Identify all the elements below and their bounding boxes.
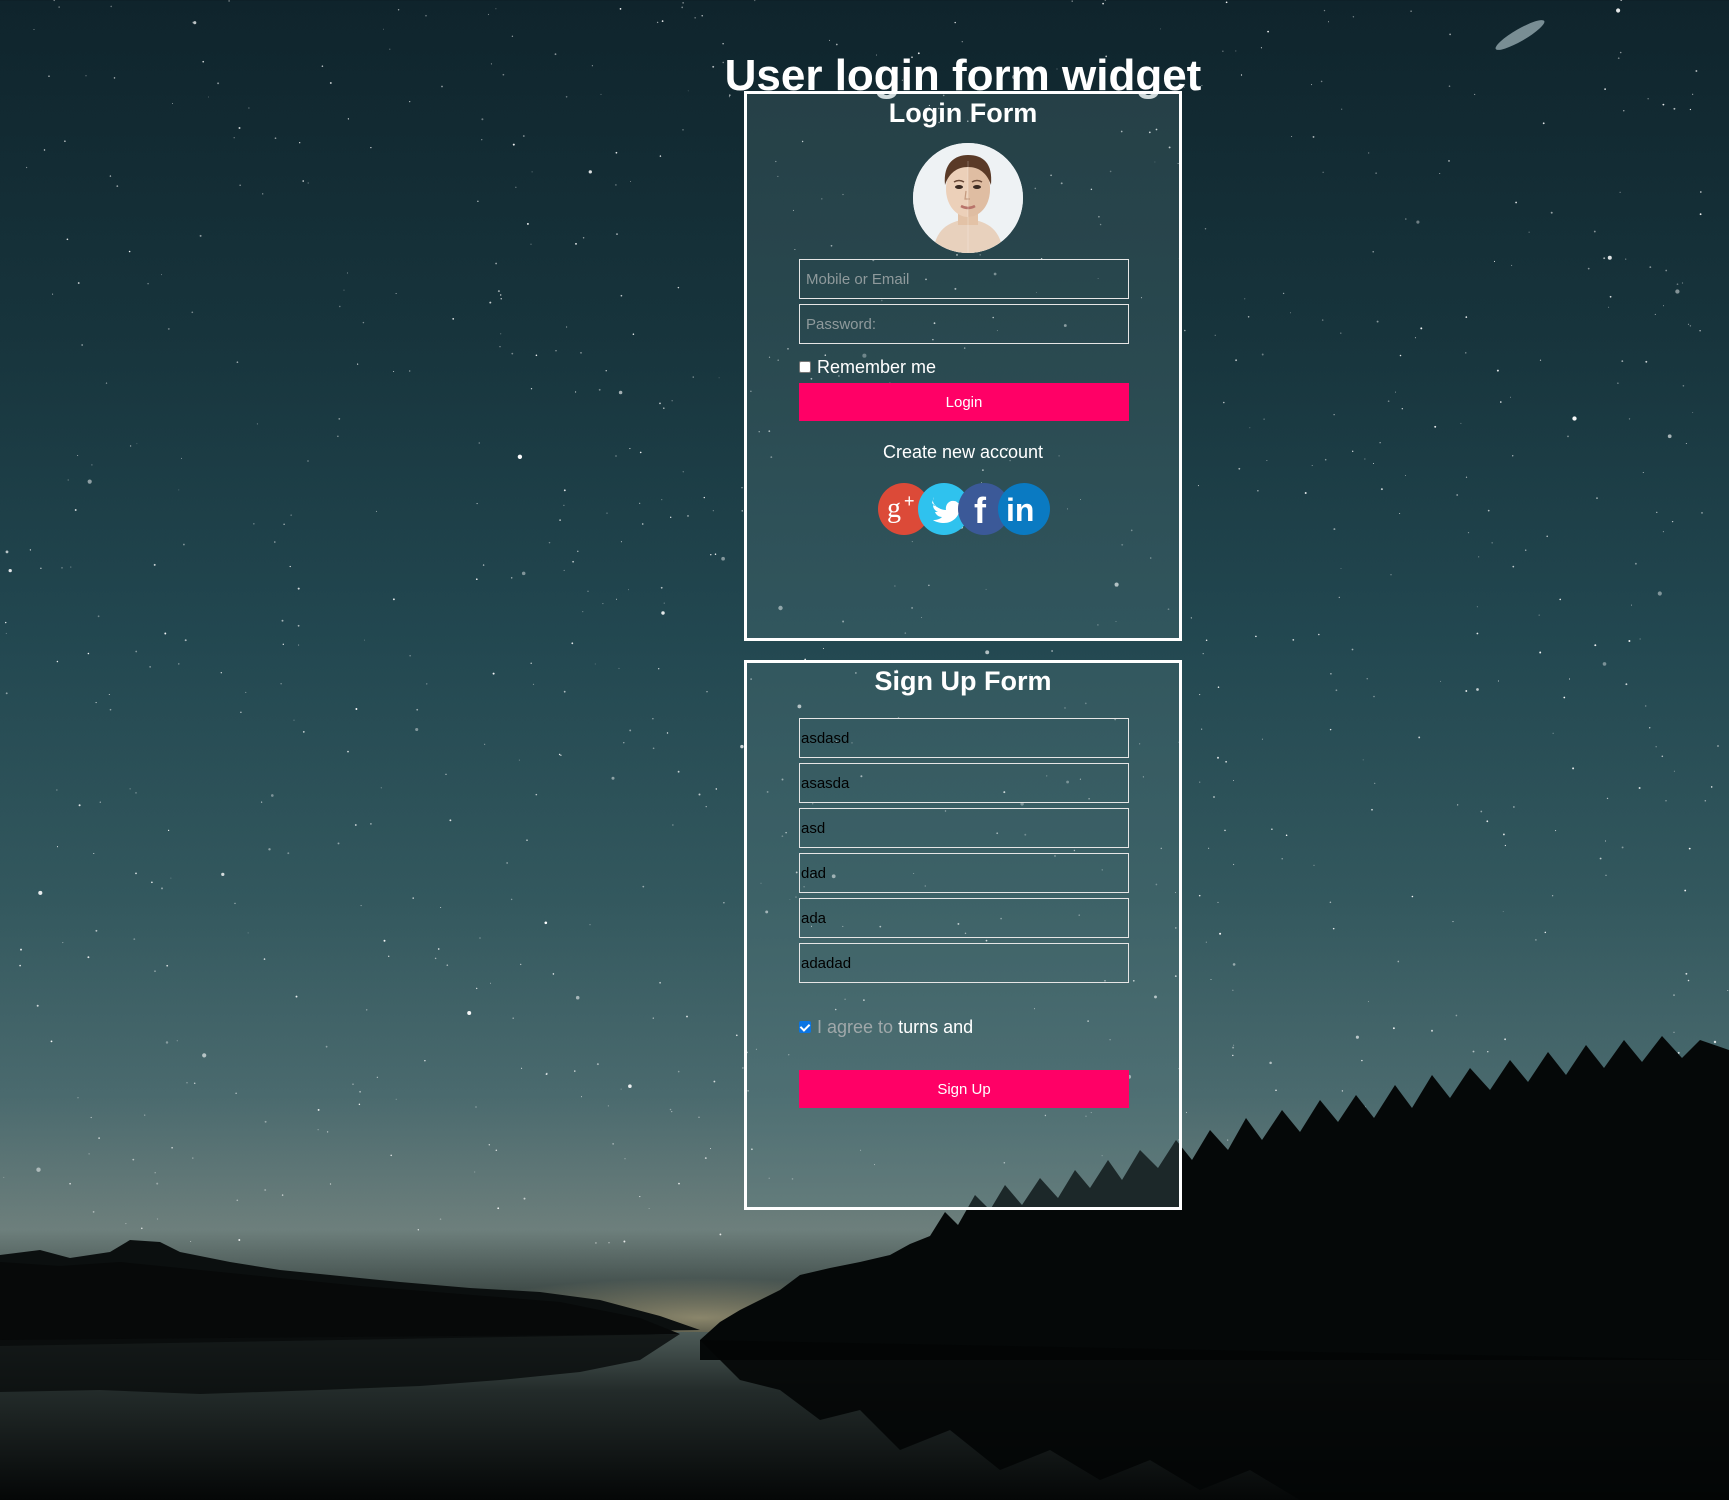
signup-field[interactable] (799, 763, 1129, 803)
password-field[interactable] (799, 304, 1129, 344)
signup-field[interactable] (799, 718, 1129, 758)
signup-field[interactable] (799, 898, 1129, 938)
svg-text:in: in (1006, 492, 1034, 528)
email-field[interactable] (799, 259, 1129, 299)
login-form-panel: Login Form Remember me Login Create new … (744, 91, 1182, 641)
create-account-link[interactable]: Create new account (747, 442, 1179, 463)
signup-button[interactable]: Sign Up (799, 1070, 1129, 1108)
signup-field[interactable] (799, 808, 1129, 848)
svg-text:g: g (887, 493, 901, 524)
agree-terms-link[interactable]: turns and (898, 1017, 973, 1038)
agree-terms-label: I agree to (817, 1016, 894, 1037)
signup-form-title: Sign Up Form (874, 666, 1052, 696)
linkedin-icon: in (1006, 492, 1034, 528)
remember-me-checkbox[interactable] (799, 361, 811, 373)
svg-text:f: f (974, 490, 987, 531)
linkedin-button[interactable]: in (998, 483, 1050, 535)
login-form-title: Login Form (888, 98, 1038, 128)
login-button[interactable]: Login (799, 383, 1129, 421)
signup-field[interactable] (799, 943, 1129, 983)
signup-form-panel: Sign Up Form I agree to turns and Sign U… (744, 660, 1182, 1210)
agree-terms-row[interactable]: I agree to turns and (799, 1016, 973, 1038)
svg-text:+: + (904, 491, 915, 511)
remember-me-row[interactable]: Remember me (799, 356, 936, 378)
user-avatar (913, 143, 1023, 253)
remember-me-label: Remember me (817, 356, 937, 377)
agree-terms-checkbox[interactable] (799, 1021, 811, 1033)
avatar-face-image (913, 143, 1023, 253)
signup-field[interactable] (799, 853, 1129, 893)
